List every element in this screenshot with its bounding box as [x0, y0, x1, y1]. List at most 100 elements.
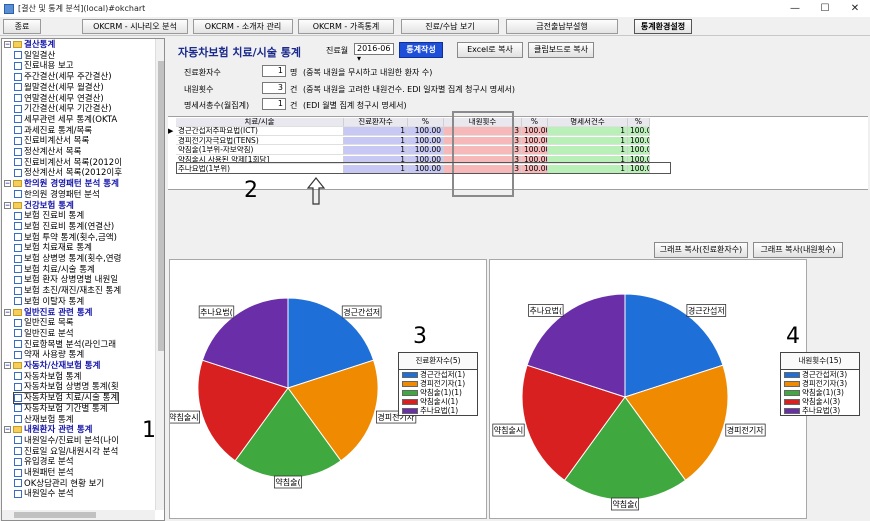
document-icon	[14, 243, 22, 252]
tree-item[interactable]: 정산계산서 목록	[14, 147, 81, 157]
table-cell: 경근간섭저주파요법(ICT)	[176, 127, 344, 136]
clipboard-copy-button[interactable]: 클립보드로 복사	[528, 42, 594, 58]
maximize-icon[interactable]: ☐	[810, 0, 840, 17]
stat-value-field[interactable]: 1	[262, 98, 286, 110]
tree-item[interactable]: 정산계산서 목록(2012이후	[14, 168, 122, 178]
row-highlight	[176, 162, 671, 174]
period-select[interactable]: 2016-06 ▾	[354, 43, 394, 63]
tree-item[interactable]: 월말결산(세무 월결산)	[14, 83, 104, 93]
tree-item[interactable]: 자동차보험 치료/시술 통계	[12, 392, 120, 405]
tree-item[interactable]: 약재 사용량 통계	[14, 350, 84, 360]
table-cell: 100.00	[408, 127, 444, 136]
stats-settings-button[interactable]: 통계환경설정	[634, 19, 692, 34]
tree-item[interactable]: 내원일수/진료비 분석(나이	[14, 436, 119, 446]
tree-item[interactable]: 유입경로 분석	[14, 457, 74, 467]
pie-slice-label: 추나요법(	[200, 307, 233, 317]
tree-item[interactable]: 일일결산	[14, 51, 55, 61]
column-header[interactable]: 치료/시술	[176, 118, 344, 127]
family-stats-button[interactable]: OKCRM - 가족통계	[298, 19, 394, 34]
minimize-icon[interactable]: —	[780, 0, 810, 17]
scrollbar-thumb[interactable]	[14, 512, 96, 518]
tree-item[interactable]: 보험 진료비 통계	[14, 211, 84, 221]
tree-item[interactable]: 내원패턴 분석	[14, 468, 74, 478]
copy-patients-chart-button[interactable]: 그래프 복사(진료환자수)	[654, 242, 748, 258]
tree-group[interactable]: − 결산통계	[4, 40, 55, 50]
stats-tree[interactable]: − 결산통계 일일결산 진료내용 보고 주간결산(세무 주간결산) 월말결산(세무 월결산…	[1, 38, 165, 521]
collapse-icon[interactable]: −	[4, 308, 11, 316]
tree-item[interactable]: 보험 치료재료 통계	[14, 243, 92, 253]
collapse-icon[interactable]: −	[4, 426, 11, 434]
document-icon	[14, 72, 22, 81]
tree-item[interactable]: 진료비계산서 목록(2012이	[14, 158, 122, 168]
tree-item[interactable]: 진료내용 보고	[14, 61, 74, 71]
tree-item[interactable]: 연말결산(세무 연결산)	[14, 94, 104, 104]
tree-item-label: 진료일 요일/내원시각 분석	[24, 446, 119, 457]
tree-item[interactable]: 보험 이탈자 통계	[14, 297, 84, 307]
tree-item[interactable]: 진료일 요일/내원시각 분석	[14, 447, 118, 457]
collapse-icon[interactable]: −	[4, 180, 11, 188]
stat-value-field[interactable]: 1	[262, 65, 286, 77]
tree-item-label: 주간결산(세무 주간결산)	[24, 72, 112, 83]
cashbook-button[interactable]: 금전출납부설행	[506, 19, 618, 34]
tree-item[interactable]: 진료비계산서 목록	[14, 136, 89, 146]
excel-copy-button[interactable]: Excel로 복사	[457, 42, 523, 58]
column-header[interactable]: %	[522, 118, 548, 127]
copy-visits-chart-button[interactable]: 그래프 복사(내원횟수)	[753, 242, 843, 258]
scenario-analysis-button[interactable]: OKCRM - 시나리오 분석	[82, 19, 188, 34]
tree-item[interactable]: 보험 상병명 통계(횟수,연령	[14, 254, 121, 264]
column-header[interactable]: 명세서건수	[548, 118, 628, 127]
document-icon	[14, 275, 22, 284]
tree-item[interactable]: 자동차보험 상병명 통계(횟	[14, 382, 119, 392]
collapse-icon[interactable]: −	[4, 201, 11, 209]
tree-item[interactable]: 일반진료 분석	[14, 329, 74, 339]
tree-item[interactable]: 한의원 경영패턴 분석	[14, 190, 100, 200]
tree-item[interactable]: 진료항목별 분석(라인그래	[14, 340, 116, 350]
tree-item[interactable]: 일반진료 목록	[14, 318, 74, 328]
tree-item[interactable]: 보험 초진/재진/재초진 통계	[14, 286, 121, 296]
stats-table[interactable]: 치료/시술 진료환자수% 내원횟수% 명세서건수% 경근간섭저주파요법(ICT) 1 100…	[168, 111, 868, 197]
tree-item[interactable]: 보험 투약 통계(횟수,금액)	[14, 233, 117, 243]
tree-item[interactable]: 내원일수 분석	[14, 489, 74, 499]
stat-unit: 건	[290, 101, 298, 110]
receipt-view-button[interactable]: 진료/수납 보기	[401, 19, 499, 34]
collapse-icon[interactable]: −	[4, 41, 11, 48]
tree-item[interactable]: OK상담관리 현황 보기	[14, 479, 104, 489]
document-icon	[14, 168, 22, 177]
close-button[interactable]: 종료	[3, 19, 41, 34]
legend-swatch	[402, 390, 418, 396]
tree-item[interactable]: 자동차보험 통계	[14, 372, 81, 382]
run-stats-button[interactable]: 통계작성	[399, 42, 443, 58]
tree-group[interactable]: − 자동차/산재보험 통계	[4, 361, 100, 371]
tree-group[interactable]: − 한의원 경영패턴 분석 통계	[4, 179, 119, 189]
pie-slice-label: 약침술시	[494, 425, 523, 435]
column-header[interactable]: %	[628, 118, 650, 127]
tree-group[interactable]: − 일반진료 관련 통계	[4, 308, 92, 318]
column-header[interactable]: %	[408, 118, 444, 127]
tree-item[interactable]: 주간결산(세무 주간결산)	[14, 72, 112, 82]
tree-item[interactable]: 산재보험 통계	[14, 415, 74, 425]
tree-horizontal-scrollbar[interactable]	[2, 510, 155, 520]
tree-vertical-scrollbar[interactable]	[155, 39, 164, 510]
tree-group[interactable]: − 건강보험 통계	[4, 201, 74, 211]
scrollbar-thumb[interactable]	[158, 61, 164, 351]
stat-value-field[interactable]: 3	[262, 82, 286, 94]
legend-item: 경근간섭저(3)	[781, 370, 859, 379]
tree-item-label: 보험 치료재료 통계	[24, 243, 92, 254]
tree-item[interactable]: 기간결산(세무 기간결산)	[14, 104, 112, 114]
tree-item[interactable]: 보험 치료/시술 통계	[14, 265, 95, 275]
collapse-icon[interactable]: −	[4, 362, 11, 369]
document-icon	[14, 104, 22, 113]
tree-item[interactable]: 과세진료 통계/목록	[14, 126, 92, 136]
tree-item[interactable]: 세무관련 세무 통계(OKTA	[14, 115, 117, 125]
column-header[interactable]: 진료환자수	[344, 118, 408, 127]
tree-item[interactable]: 자동차보험 기간별 통계	[14, 404, 108, 414]
folder-icon	[13, 426, 22, 434]
referrer-management-button[interactable]: OKCRM - 소개자 관리	[193, 19, 293, 34]
annotation-4: 4	[786, 324, 800, 349]
pie-slice-label: 경근간섭저	[343, 307, 380, 317]
tree-item[interactable]: 보험 진료비 통계(연결산)	[14, 222, 114, 232]
tree-group[interactable]: − 내원환자 관련 통계	[4, 425, 92, 435]
tree-item[interactable]: 보험 환자 상병명별 내원일	[14, 275, 118, 285]
stat-note: (EDI 월별 집계 청구시 명세서)	[303, 101, 407, 110]
close-window-icon[interactable]: ✕	[840, 0, 870, 17]
